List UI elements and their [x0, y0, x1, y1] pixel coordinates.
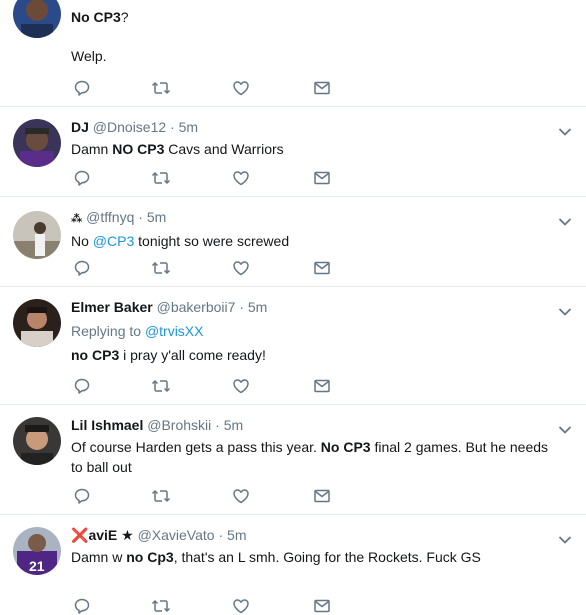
tweet[interactable]: No CP3? Welp. — [0, 0, 586, 107]
retweet-icon[interactable] — [151, 79, 171, 97]
text-run: i pray y'all come ready! — [119, 347, 266, 363]
tweet-text: Of course Harden gets a pass this year. … — [71, 437, 556, 477]
handle[interactable]: @XavieVato — [138, 527, 215, 543]
handle[interactable]: @Dnoise12 — [93, 119, 166, 135]
envelope-icon[interactable] — [313, 169, 331, 187]
text-run: Of course Harden gets a pass this year. — [71, 439, 321, 455]
retweet-icon[interactable] — [151, 597, 171, 615]
envelope-icon[interactable] — [313, 597, 331, 615]
heart-icon[interactable] — [232, 487, 250, 505]
text-run: Damn — [71, 141, 113, 157]
tweet[interactable]: 21 ❌aviE ★ @XavieVato · 5m Damn w no Cp3… — [0, 515, 586, 614]
tweet-header: DJ @Dnoise12 · 5m — [71, 118, 556, 136]
reply-icon[interactable] — [73, 79, 91, 97]
heart-icon[interactable] — [232, 79, 250, 97]
reply-icon[interactable] — [73, 597, 91, 615]
text-run: tonight so were screwed — [134, 233, 290, 249]
separator: · — [170, 119, 175, 135]
tweet[interactable]: Elmer Baker @bakerboii7 · 5m Replying to… — [0, 287, 586, 405]
cross-mark-icon: ❌ — [71, 527, 89, 543]
retweet-icon[interactable] — [151, 487, 171, 505]
envelope-icon[interactable] — [313, 79, 331, 97]
envelope-icon[interactable] — [313, 487, 331, 505]
timestamp[interactable]: 5m — [147, 209, 166, 225]
highlighted-text: No CP3 — [320, 439, 371, 455]
chevron-down-icon[interactable] — [558, 422, 572, 434]
replying-to: Replying to @trvisXX — [71, 322, 556, 340]
reply-icon[interactable] — [73, 487, 91, 505]
reply-icon[interactable] — [73, 259, 91, 277]
timestamp[interactable]: 5m — [248, 299, 267, 315]
heart-icon[interactable] — [232, 169, 250, 187]
avatar[interactable] — [13, 211, 61, 259]
text-run: Cavs and Warriors — [164, 141, 284, 157]
text-run: ? — [120, 9, 129, 25]
avatar[interactable] — [13, 0, 61, 38]
tweet-text: no CP3 i pray y'all come ready! — [71, 345, 556, 365]
chevron-down-icon[interactable] — [558, 214, 572, 226]
separator: · — [218, 527, 224, 543]
display-name-emoji[interactable]: ⁂ — [71, 213, 82, 225]
svg-text:21: 21 — [29, 558, 45, 574]
heart-icon[interactable] — [232, 597, 250, 615]
handle[interactable]: @tffnyq — [86, 209, 134, 225]
handle[interactable]: @bakerboii7 — [157, 299, 236, 315]
highlighted-text: no Cp3 — [126, 549, 174, 565]
mention-link[interactable]: @CP3 — [93, 233, 134, 249]
display-name[interactable]: Lil Ishmael — [71, 417, 143, 433]
text-run: , that's an L smh. Going for the Rockets… — [173, 549, 481, 565]
display-name[interactable]: Elmer Baker — [71, 299, 153, 315]
replying-to-handle[interactable]: @trvisXX — [145, 323, 204, 339]
highlighted-text: NO CP3 — [112, 141, 165, 157]
text-run: Damn w — [71, 549, 127, 565]
reply-icon[interactable] — [73, 169, 91, 187]
chevron-down-icon[interactable] — [558, 124, 572, 136]
display-name[interactable]: ❌aviE ★ — [71, 527, 134, 543]
tweet[interactable]: ⁂ @tffnyq · 5m No @CP3 tonight so were s… — [0, 197, 586, 287]
tweet-text: Damn w no Cp3, that's an L smh. Going fo… — [71, 547, 556, 567]
retweet-icon[interactable] — [151, 169, 171, 187]
replying-to-label: Replying to — [71, 323, 145, 339]
timestamp[interactable]: 5m — [224, 417, 243, 433]
avatar[interactable]: 21 — [13, 527, 61, 575]
separator: · — [239, 299, 244, 315]
handle[interactable]: @Brohskii — [147, 417, 211, 433]
tweet[interactable]: Lil Ishmael @Brohskii · 5m Of course Har… — [0, 405, 586, 515]
tweet-header: Lil Ishmael @Brohskii · 5m — [71, 416, 556, 434]
reply-icon[interactable] — [73, 377, 91, 395]
tweet-text: No CP3? — [71, 7, 556, 27]
tweet[interactable]: DJ @Dnoise12 · 5m Damn NO CP3 Cavs and W… — [0, 107, 586, 197]
retweet-icon[interactable] — [151, 259, 171, 277]
display-name[interactable]: DJ — [71, 119, 89, 135]
tweet-text-line: Welp. — [71, 48, 107, 64]
tweet-text: Damn NO CP3 Cavs and Warriors — [71, 139, 556, 159]
tweet-text: No @CP3 tonight so were screwed — [71, 231, 556, 251]
chevron-down-icon[interactable] — [558, 304, 572, 316]
heart-icon[interactable] — [232, 377, 250, 395]
separator: · — [138, 209, 143, 225]
chevron-down-icon[interactable] — [558, 532, 572, 544]
avatar[interactable] — [13, 119, 61, 167]
tweet-header: Elmer Baker @bakerboii7 · 5m — [71, 298, 556, 316]
tweet-header: ⁂ @tffnyq · 5m — [71, 208, 556, 228]
highlighted-text: no CP3 — [71, 347, 120, 363]
text-run: No — [71, 233, 93, 249]
retweet-icon[interactable] — [151, 377, 171, 395]
timestamp[interactable]: 5m — [179, 119, 198, 135]
avatar[interactable] — [13, 417, 61, 465]
timestamp[interactable]: 5m — [227, 527, 246, 543]
avatar[interactable] — [13, 299, 61, 347]
heart-icon[interactable] — [232, 259, 250, 277]
envelope-icon[interactable] — [313, 377, 331, 395]
separator: · — [215, 417, 220, 433]
highlighted-text: No CP3 — [71, 9, 121, 25]
envelope-icon[interactable] — [313, 259, 331, 277]
tweet-header: ❌aviE ★ @XavieVato · 5m — [71, 526, 556, 544]
